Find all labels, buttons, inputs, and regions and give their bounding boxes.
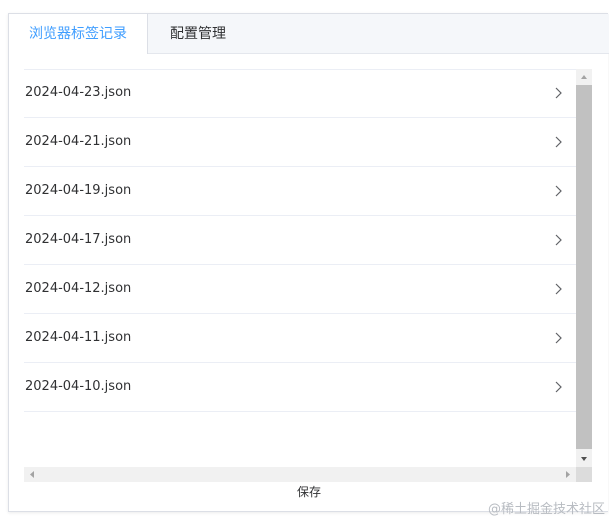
file-name: 2024-04-21.json <box>25 134 132 149</box>
list-item[interactable]: 2024-04-12.json <box>24 265 576 314</box>
file-name: 2024-04-12.json <box>25 281 132 296</box>
vertical-scrollbar[interactable] <box>576 69 592 467</box>
scroll-down-arrow-icon[interactable] <box>576 451 592 467</box>
file-name: 2024-04-11.json <box>25 330 132 345</box>
chevron-right-icon <box>555 234 562 246</box>
watermark: @稀土掘金技术社区 <box>487 502 605 517</box>
chevron-right-icon <box>555 185 562 197</box>
chevron-right-icon <box>555 381 562 393</box>
list-item[interactable]: 2024-04-19.json <box>24 167 576 216</box>
file-list: 2024-04-23.json 2024-04-21.json 2024-04-… <box>24 69 576 467</box>
file-name: 2024-04-17.json <box>25 232 132 247</box>
tab-browser-tab-records[interactable]: 浏览器标签记录 <box>9 14 148 54</box>
list-item[interactable]: 2024-04-21.json <box>24 118 576 167</box>
chevron-right-icon <box>555 283 562 295</box>
file-name: 2024-04-10.json <box>25 379 132 394</box>
scrollbar-corner <box>576 467 592 482</box>
chevron-right-icon <box>555 332 562 344</box>
chevron-right-icon <box>555 87 562 99</box>
scroll-left-arrow-icon[interactable] <box>24 467 40 482</box>
vertical-scroll-thumb[interactable] <box>576 85 592 449</box>
horizontal-scrollbar[interactable] <box>24 467 576 482</box>
scroll-up-arrow-icon[interactable] <box>576 69 592 85</box>
list-item[interactable]: 2024-04-17.json <box>24 216 576 265</box>
tab-config-management[interactable]: 配置管理 <box>148 14 248 54</box>
chevron-right-icon <box>555 136 562 148</box>
list-item[interactable]: 2024-04-23.json <box>24 69 576 118</box>
scroll-right-arrow-icon[interactable] <box>560 467 576 482</box>
main-panel: 浏览器标签记录 配置管理 2024-04-23.json 2024-04-21.… <box>8 13 609 512</box>
file-name: 2024-04-23.json <box>25 85 132 100</box>
list-item[interactable]: 2024-04-10.json <box>24 363 576 412</box>
tab-bar: 浏览器标签记录 配置管理 <box>9 14 609 54</box>
list-item[interactable]: 2024-04-11.json <box>24 314 576 363</box>
file-name: 2024-04-19.json <box>25 183 132 198</box>
file-list-container: 2024-04-23.json 2024-04-21.json 2024-04-… <box>24 69 592 482</box>
